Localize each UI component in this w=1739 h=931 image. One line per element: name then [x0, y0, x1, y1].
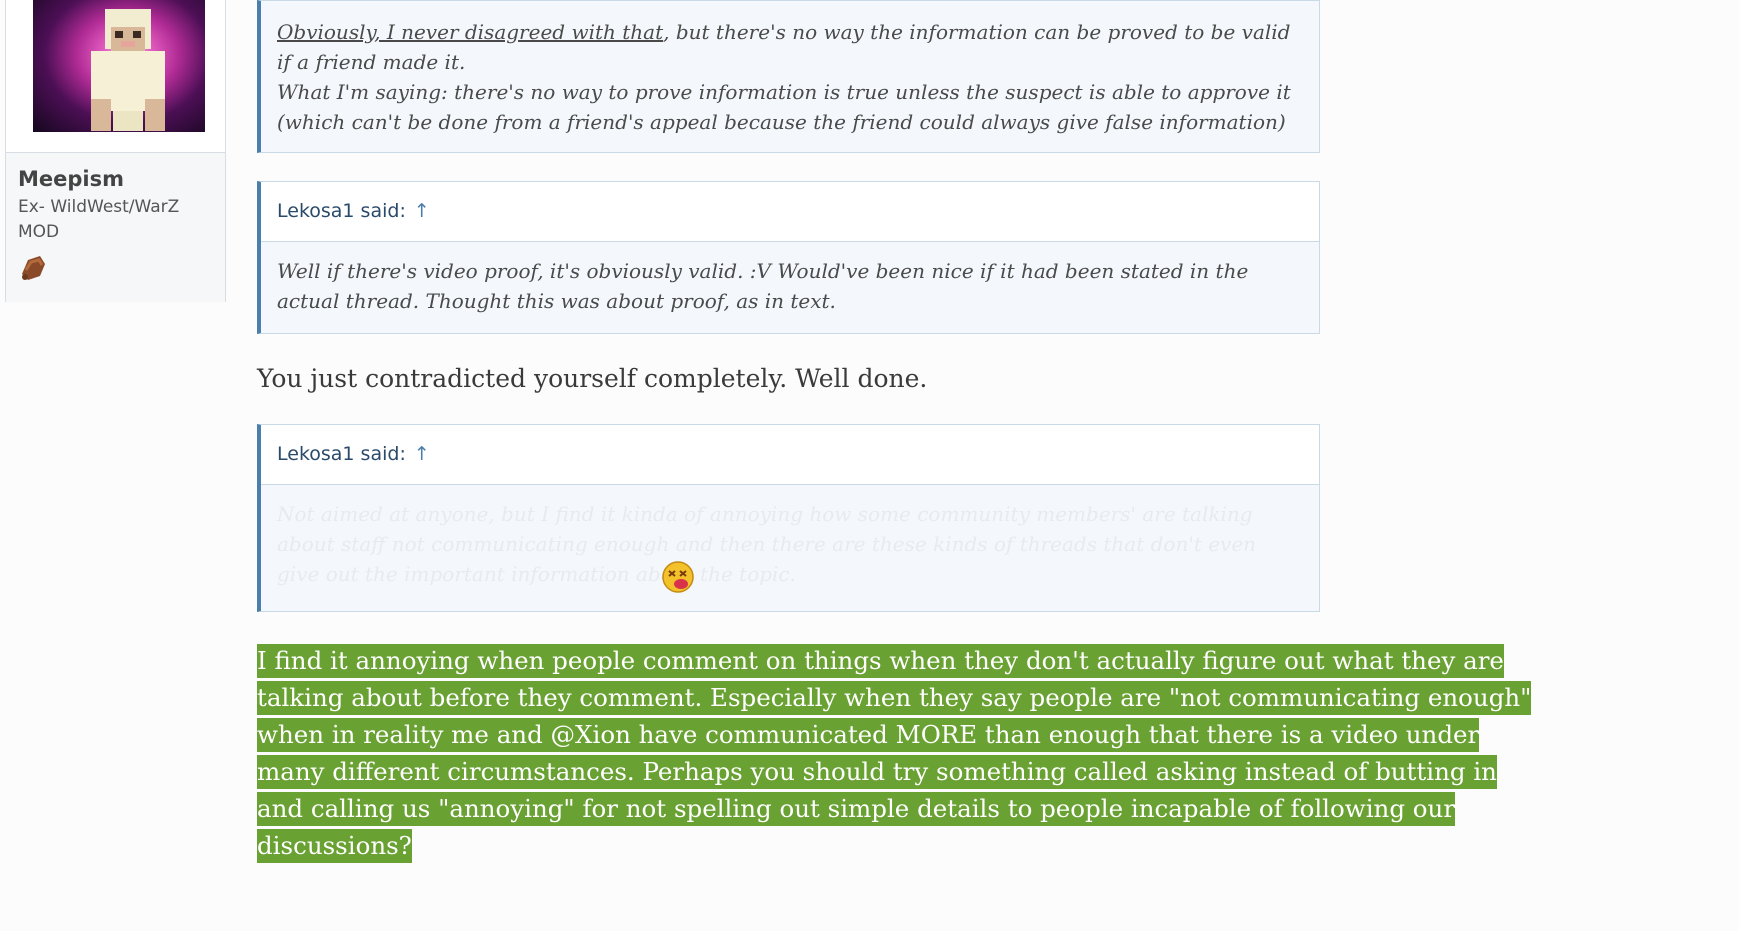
quote-text: Obviously, I never disagreed with that, … — [261, 1, 1319, 137]
selected-reply-text: I find it annoying when people comment o… — [257, 642, 1547, 864]
quote-block: Lekosa1 said: ↑ Well if there's video pr… — [257, 181, 1320, 334]
username[interactable]: Meepism — [18, 167, 124, 191]
quote-author[interactable]: Lekosa1 said: — [277, 200, 406, 222]
quote-block: Obviously, I never disagreed with that, … — [257, 0, 1320, 153]
selected-text: I find it annoying when people comment o… — [257, 644, 1532, 863]
jump-to-post-arrow-icon[interactable]: ↑ — [414, 443, 430, 465]
user-panel: Meepism Ex- WildWest/WarZ MOD — [5, 0, 226, 302]
quote-author[interactable]: Lekosa1 said: — [277, 443, 406, 465]
user-info: Meepism Ex- WildWest/WarZ MOD — [6, 152, 225, 302]
reply-text: You just contradicted yourself completel… — [257, 364, 928, 393]
user-title: Ex- WildWest/WarZ MOD — [18, 197, 180, 242]
quote-text: Well if there's video proof, it's obviou… — [277, 259, 1249, 313]
quote-block: Lekosa1 said: ↑ Not aimed at anyone, but… — [257, 424, 1320, 612]
dizzy-face-emoji-icon — [662, 561, 694, 593]
jump-to-post-arrow-icon[interactable]: ↑ — [414, 200, 430, 222]
user-avatar[interactable] — [33, 0, 205, 132]
quote-header: Lekosa1 said: ↑ — [261, 425, 1319, 485]
quote-text-second: What I'm saying: there's no way to prove… — [277, 80, 1291, 134]
sheep-avatar-icon — [91, 9, 165, 131]
quote-underlined-text: Obviously, I never disagreed with that — [277, 20, 664, 44]
quote-header: Lekosa1 said: ↑ — [261, 182, 1319, 242]
meat-trophy-icon[interactable] — [18, 252, 48, 282]
quote-text: Not aimed at anyone, but I find it kinda… — [277, 502, 1257, 586]
